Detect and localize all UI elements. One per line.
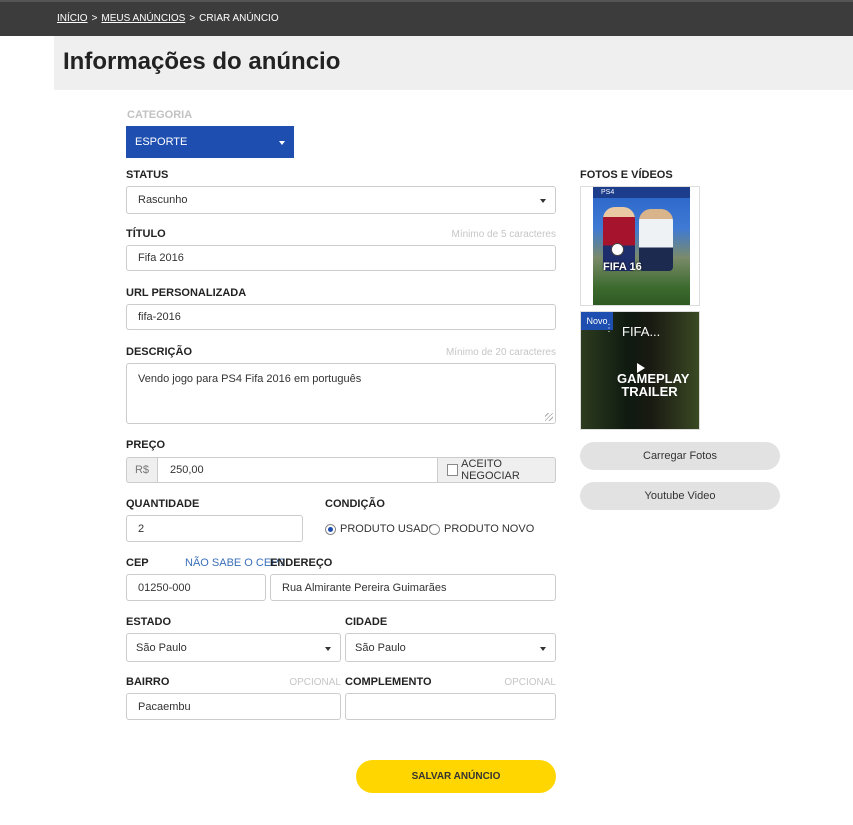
condition-label: CONDIÇÃO (325, 498, 385, 510)
condition-new-label: PRODUTO NOVO (444, 523, 535, 535)
complement-hint: OPCIONAL (504, 677, 556, 688)
breadcrumb-home-link[interactable]: INÍCIO (57, 13, 88, 24)
negotiate-checkbox[interactable] (447, 464, 459, 476)
neighborhood-label: BAIRRO (126, 676, 170, 688)
media-label: FOTOS E VÍDEOS (580, 169, 673, 181)
address-input[interactable]: Rua Almirante Pereira Guimarães (270, 574, 556, 601)
title-bar: Informações do anúncio (54, 36, 853, 90)
quantity-input[interactable]: 2 (126, 515, 303, 542)
url-value: fifa-2016 (138, 311, 181, 323)
radio-used[interactable] (325, 523, 336, 535)
price-label: PREÇO (126, 439, 166, 451)
breadcrumb-current: CRIAR ANÚNCIO (199, 13, 279, 24)
status-label: STATUS (126, 169, 169, 181)
player-figure (639, 209, 673, 271)
category-label: CATEGORIA (127, 109, 193, 121)
status-select[interactable]: Rascunho (126, 186, 556, 214)
radio-new[interactable] (429, 523, 440, 535)
status-value: Rascunho (138, 194, 188, 206)
save-ad-button[interactable]: SALVAR ANÚNCIO (356, 760, 556, 793)
video-title: FIFA... (622, 324, 661, 339)
state-value: São Paulo (136, 641, 187, 654)
title-hint: Mínimo de 5 caracteres (451, 229, 557, 240)
description-label: DESCRIÇÃO (126, 346, 193, 358)
title-value: Fifa 2016 (138, 252, 184, 264)
cover-title: FIFA 16 (603, 261, 642, 273)
quantity-label: QUANTIDADE (126, 498, 200, 510)
page-title: Informações do anúncio (63, 48, 341, 75)
neighborhood-hint: OPCIONAL (289, 677, 341, 688)
breadcrumb-my-ads-link[interactable]: MEUS ANÚNCIOS (101, 13, 185, 24)
cep-label: CEP (126, 557, 149, 569)
negotiate-label: ACEITO NEGOCIAR (461, 458, 520, 482)
condition-used-label: PRODUTO USADO (340, 523, 437, 535)
neighborhood-input[interactable]: Pacaembu (126, 693, 341, 720)
breadcrumb-separator: > (91, 13, 98, 24)
city-label: CIDADE (345, 616, 388, 628)
category-select[interactable]: ESPORTE (126, 126, 294, 158)
video-caption: GAMEPLAY TRAILER (617, 371, 690, 399)
condition-new-option[interactable]: PRODUTO NOVO (429, 523, 534, 535)
breadcrumb: INÍCIO > MEUS ANÚNCIOS > CRIAR ANÚNCIO (57, 13, 279, 24)
ball-icon (611, 243, 624, 256)
condition-used-option[interactable]: PRODUTO USADO (325, 523, 437, 535)
price-value: 250,00 (170, 464, 204, 476)
state-select[interactable]: São Paulo (126, 633, 341, 662)
description-value: Vendo jogo para PS4 Fifa 2016 em portugu… (138, 373, 362, 385)
complement-input[interactable] (345, 693, 556, 720)
city-select[interactable]: São Paulo (345, 633, 556, 662)
resize-handle-icon[interactable] (545, 413, 553, 421)
neighborhood-value: Pacaembu (138, 700, 191, 713)
cep-value: 01250-000 (138, 581, 191, 594)
price-input[interactable]: 250,00 (157, 457, 438, 483)
city-value: São Paulo (355, 641, 406, 654)
cover-photo[interactable]: PS4 FIFA 16 (580, 186, 700, 306)
top-bar: INÍCIO > MEUS ANÚNCIOS > CRIAR ANÚNCIO (0, 0, 853, 36)
platform-badge: PS4 (593, 187, 690, 198)
url-input[interactable]: fifa-2016 (126, 304, 556, 330)
title-input[interactable]: Fifa 2016 (126, 245, 556, 271)
url-label: URL PERSONALIZADA (126, 287, 247, 299)
description-hint: Mínimo de 20 caracteres (445, 347, 556, 358)
state-label: ESTADO (126, 616, 172, 628)
cep-input[interactable]: 01250-000 (126, 574, 266, 601)
description-textarea[interactable]: Vendo jogo para PS4 Fifa 2016 em portugu… (126, 363, 556, 424)
address-label: ENDEREÇO (270, 557, 333, 569)
complement-label: COMPLEMENTO (345, 676, 432, 688)
breadcrumb-separator: > (189, 13, 196, 24)
currency-prefix: R$ (126, 457, 158, 483)
video-thumbnail[interactable]: Novo ⋮ FIFA... GAMEPLAY TRAILER (580, 311, 700, 430)
upload-photos-button[interactable]: Carregar Fotos (580, 442, 780, 470)
title-label: TÍTULO (126, 228, 166, 240)
menu-icon: ⋮ (604, 323, 614, 334)
youtube-video-button[interactable]: Youtube Video (580, 482, 780, 510)
quantity-value: 2 (138, 522, 145, 535)
address-value: Rua Almirante Pereira Guimarães (282, 581, 447, 594)
negotiate-toggle[interactable]: ACEITO NEGOCIAR (437, 457, 556, 483)
